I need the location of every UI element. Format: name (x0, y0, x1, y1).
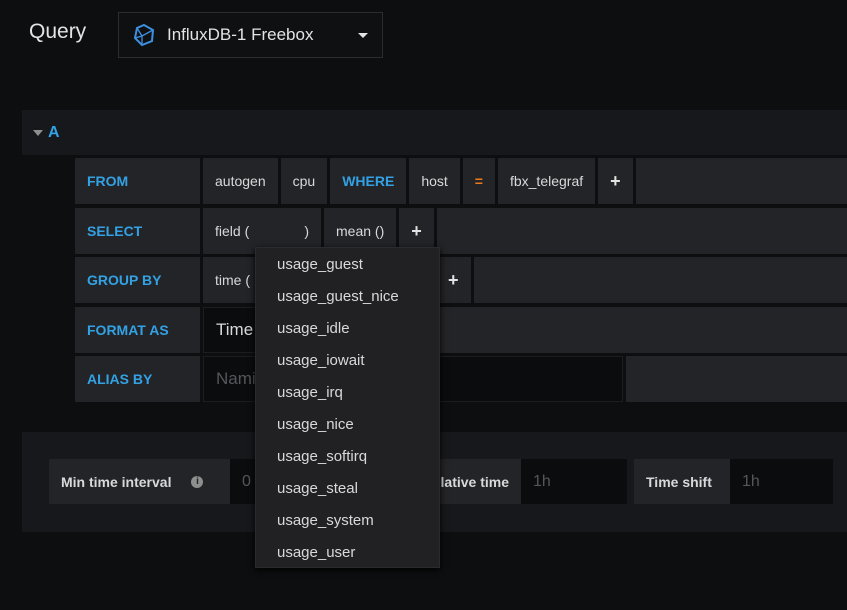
alias-by-label: ALIAS BY (75, 356, 200, 402)
select-label: SELECT (75, 208, 200, 254)
time-shift-label: Time shift (634, 459, 730, 504)
dropdown-item[interactable]: usage_idle (256, 315, 439, 347)
where-label: WHERE (330, 158, 407, 204)
field-close: ) (304, 223, 309, 239)
datasource-picker[interactable]: InfluxDB-1 Freebox (118, 12, 383, 58)
operator-segment[interactable]: = (462, 158, 495, 204)
from-label: FROM (75, 158, 200, 204)
add-tag-button[interactable]: + (598, 158, 633, 204)
dropdown-item[interactable]: usage_irq (256, 379, 439, 411)
min-interval-label: Min time interval (61, 473, 172, 490)
query-ref: A (48, 124, 60, 141)
format-as-label: FORMAT AS (75, 307, 200, 353)
filler (436, 208, 847, 254)
caret-down-icon (358, 33, 368, 38)
influxdb-icon (133, 24, 155, 46)
group-by-row: GROUP BY time ( + (75, 257, 847, 303)
filler (406, 307, 847, 353)
format-as-row: FORMAT AS Time series (75, 307, 847, 353)
select-row: SELECT field () mean () + (75, 208, 847, 254)
page-title: Query (29, 20, 87, 43)
caret-down-icon (33, 130, 43, 136)
dropdown-item[interactable]: usage_user (256, 539, 439, 571)
query-header (22, 110, 847, 155)
time-shift-input[interactable]: 1h (730, 459, 833, 504)
policy-segment[interactable]: autogen (203, 158, 278, 204)
add-group-by-button[interactable]: + (436, 257, 471, 303)
field-dropdown: usage_guest usage_guest_nice usage_idle … (255, 247, 440, 568)
query-toggle[interactable]: A (33, 124, 60, 142)
dropdown-item[interactable]: usage_guest_nice (256, 283, 439, 315)
dropdown-item[interactable]: usage_guest (256, 251, 439, 283)
dropdown-item[interactable]: usage_softirq (256, 443, 439, 475)
tag-key-segment[interactable]: host (409, 158, 460, 204)
alias-by-row: ALIAS BY Naming pattern (75, 356, 847, 402)
tag-value-segment[interactable]: fbx_telegraf (497, 158, 596, 204)
filler (473, 257, 847, 303)
relative-time-input[interactable]: 1h (521, 459, 627, 504)
filler (635, 158, 847, 204)
from-row: FROM autogen cpu WHERE host = fbx_telegr… (75, 158, 847, 204)
filler (626, 356, 847, 402)
dropdown-item[interactable]: usage_system (256, 507, 439, 539)
info-icon[interactable]: i (191, 475, 204, 488)
dropdown-item[interactable]: usage_iowait (256, 347, 439, 379)
field-text: field ( (215, 223, 250, 239)
group-by-label: GROUP BY (75, 257, 200, 303)
measurement-segment[interactable]: cpu (280, 158, 328, 204)
datasource-name: InfluxDB-1 Freebox (167, 25, 314, 44)
dropdown-item[interactable]: usage_steal (256, 475, 439, 507)
time-shift-option: Time shift 1h (634, 459, 833, 504)
dropdown-item[interactable]: usage_nice (256, 411, 439, 443)
